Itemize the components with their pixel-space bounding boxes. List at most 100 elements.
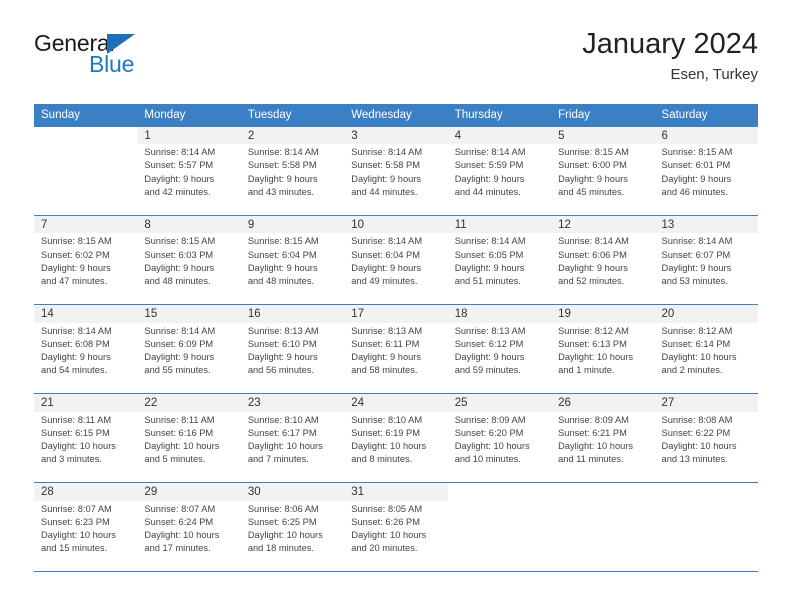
day-number[interactable]: 20 xyxy=(654,303,758,323)
day-daylight-line1-text: Daylight: 10 hours xyxy=(558,441,634,452)
day-daylight-line2-text: and 58 minutes. xyxy=(351,365,418,376)
day-number[interactable]: 8 xyxy=(137,214,241,234)
day-daylight-line2-text: and 48 minutes. xyxy=(247,275,314,286)
day-sunset-text: Sunset: 6:21 PM xyxy=(558,427,627,438)
calendar-header-row: Sunday Monday Tuesday Wednesday Thursday… xyxy=(34,104,758,127)
day-sunrise-text: Sunrise: 8:10 AM xyxy=(247,414,319,425)
day-number[interactable]: 5 xyxy=(551,126,655,145)
day-number[interactable]: 14 xyxy=(34,303,138,323)
day-daylight-line1-text: Daylight: 9 hours xyxy=(558,173,628,184)
day-daylight-line1-text: Daylight: 10 hours xyxy=(144,441,220,452)
day-daylight-line1-text: Daylight: 10 hours xyxy=(454,441,530,452)
day-number[interactable]: 11 xyxy=(447,214,552,234)
day-details: Sunrise: 8:14 AM Sunset: 6:06 PM Daylight:… xyxy=(551,233,655,305)
day-sunrise-text: Sunrise: 8:15 AM xyxy=(41,236,112,247)
day-number[interactable]: 15 xyxy=(137,303,241,323)
day-sunrise-text: Sunrise: 8:07 AM xyxy=(41,503,112,514)
day-number[interactable]: 1 xyxy=(137,126,241,145)
day-details: Sunrise: 8:08 AM Sunset: 6:22 PM Daylight:… xyxy=(654,411,758,483)
day-daylight-line1-text: Daylight: 10 hours xyxy=(351,530,427,541)
brand-logo[interactable]: General Blue xyxy=(34,32,254,88)
day-sunset-text: Sunset: 6:11 PM xyxy=(351,338,420,349)
day-number[interactable]: 21 xyxy=(34,393,138,412)
week-daynumber-row: 28 29 30 31 xyxy=(34,482,758,501)
day-daylight-line1-text: Daylight: 9 hours xyxy=(351,262,422,273)
day-number[interactable]: 9 xyxy=(240,214,345,234)
day-details: Sunrise: 8:14 AM Sunset: 6:05 PM Daylight:… xyxy=(447,233,552,305)
day-daylight-line1-text: Daylight: 9 hours xyxy=(247,173,318,184)
day-details: Sunrise: 8:09 AM Sunset: 6:20 PM Daylight:… xyxy=(447,411,552,483)
day-cell-empty xyxy=(447,482,552,501)
day-number[interactable]: 31 xyxy=(344,482,448,501)
day-number[interactable]: 27 xyxy=(654,393,758,412)
day-sunset-text: Sunset: 6:06 PM xyxy=(558,249,627,260)
day-sunset-text: Sunset: 5:59 PM xyxy=(454,160,524,171)
day-daylight-line2-text: and 43 minutes. xyxy=(247,186,314,197)
day-daylight-line1-text: Daylight: 9 hours xyxy=(661,262,732,273)
day-details: Sunrise: 8:14 AM Sunset: 6:04 PM Daylight:… xyxy=(344,233,448,305)
day-daylight-line2-text: and 42 minutes. xyxy=(144,186,211,197)
day-number[interactable]: 12 xyxy=(551,214,655,234)
day-daylight-line2-text: and 7 minutes. xyxy=(247,454,309,465)
day-sunset-text: Sunset: 6:26 PM xyxy=(351,517,420,528)
day-number[interactable]: 7 xyxy=(34,214,138,234)
day-details: Sunrise: 8:09 AM Sunset: 6:21 PM Daylight:… xyxy=(551,411,655,483)
day-details: Sunrise: 8:10 AM Sunset: 6:17 PM Daylight:… xyxy=(240,411,345,483)
day-number[interactable]: 2 xyxy=(240,126,345,145)
day-daylight-line1-text: Daylight: 10 hours xyxy=(247,530,323,541)
day-number[interactable]: 16 xyxy=(240,303,345,323)
weekday-header-friday: Friday xyxy=(551,104,655,127)
day-cell-empty xyxy=(34,126,138,145)
day-number[interactable]: 22 xyxy=(137,393,241,412)
day-number[interactable]: 18 xyxy=(447,303,552,323)
day-daylight-line1-text: Daylight: 10 hours xyxy=(351,441,427,452)
day-sunrise-text: Sunrise: 8:15 AM xyxy=(247,236,319,247)
day-sunrise-text: Sunrise: 8:09 AM xyxy=(454,414,526,425)
day-number[interactable]: 23 xyxy=(240,393,345,412)
title-block: January 2024 Esen, Turkey xyxy=(582,28,758,84)
day-number[interactable]: 17 xyxy=(344,303,448,323)
week-detail-row: Sunrise: 8:15 AM Sunset: 6:02 PM Daylight:… xyxy=(34,233,758,305)
day-number[interactable]: 28 xyxy=(34,482,138,501)
day-daylight-line1-text: Daylight: 10 hours xyxy=(144,530,220,541)
day-sunset-text: Sunset: 6:04 PM xyxy=(247,249,317,260)
day-daylight-line2-text: and 10 minutes. xyxy=(454,454,521,465)
day-daylight-line2-text: and 8 minutes. xyxy=(351,454,413,465)
day-daylight-line1-text: Daylight: 10 hours xyxy=(247,441,323,452)
day-daylight-line1-text: Daylight: 9 hours xyxy=(247,262,318,273)
day-details: Sunrise: 8:13 AM Sunset: 6:11 PM Daylight:… xyxy=(344,322,448,394)
day-cell-empty xyxy=(551,482,655,501)
day-number[interactable]: 24 xyxy=(344,393,448,412)
day-number[interactable]: 19 xyxy=(551,303,655,323)
day-details: Sunrise: 8:14 AM Sunset: 5:58 PM Daylight:… xyxy=(344,144,448,216)
day-sunset-text: Sunset: 6:23 PM xyxy=(41,517,110,528)
day-sunset-text: Sunset: 6:13 PM xyxy=(558,338,627,349)
calendar-grid: Sunday Monday Tuesday Wednesday Thursday… xyxy=(34,104,758,573)
day-daylight-line2-text: and 13 minutes. xyxy=(661,454,728,465)
day-details: Sunrise: 8:13 AM Sunset: 6:10 PM Daylight:… xyxy=(240,322,345,394)
day-daylight-line2-text: and 45 minutes. xyxy=(558,186,625,197)
day-daylight-line2-text: and 56 minutes. xyxy=(247,365,314,376)
day-cell-empty xyxy=(551,500,655,573)
day-daylight-line1-text: Daylight: 9 hours xyxy=(454,173,525,184)
day-number[interactable]: 29 xyxy=(137,482,241,501)
day-number[interactable]: 25 xyxy=(447,393,552,412)
day-sunset-text: Sunset: 6:12 PM xyxy=(454,338,524,349)
day-details: Sunrise: 8:13 AM Sunset: 6:12 PM Daylight:… xyxy=(447,322,552,394)
day-number[interactable]: 26 xyxy=(551,393,655,412)
day-daylight-line2-text: and 1 minute. xyxy=(558,365,615,376)
day-number[interactable]: 30 xyxy=(240,482,345,501)
day-number[interactable]: 13 xyxy=(654,214,758,234)
day-number[interactable]: 4 xyxy=(447,126,552,145)
day-details: Sunrise: 8:07 AM Sunset: 6:23 PM Daylight:… xyxy=(34,500,138,573)
day-number[interactable]: 6 xyxy=(654,126,758,145)
day-number[interactable]: 3 xyxy=(344,126,448,145)
week-daynumber-row: 21 22 23 24 25 26 27 xyxy=(34,393,758,412)
day-sunrise-text: Sunrise: 8:11 AM xyxy=(144,414,215,425)
day-daylight-line2-text: and 15 minutes. xyxy=(41,543,108,554)
day-number[interactable]: 10 xyxy=(344,214,448,234)
day-sunrise-text: Sunrise: 8:11 AM xyxy=(41,414,112,425)
day-sunrise-text: Sunrise: 8:13 AM xyxy=(454,325,526,336)
day-sunset-text: Sunset: 6:15 PM xyxy=(41,427,110,438)
day-details: Sunrise: 8:14 AM Sunset: 6:07 PM Daylight:… xyxy=(654,233,758,305)
